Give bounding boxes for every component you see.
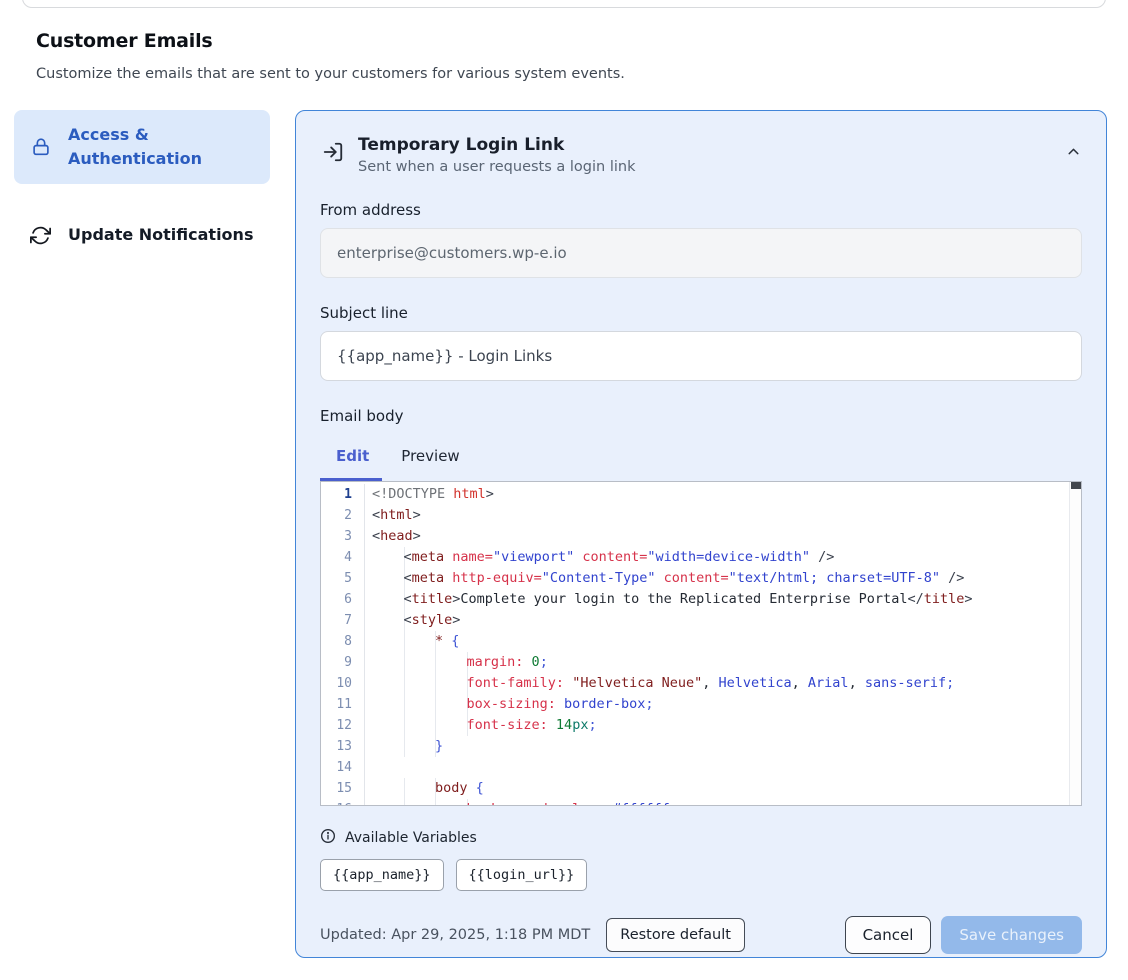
code-line[interactable]: 6<title>Complete your login to the Repli… [321, 589, 1081, 610]
variable-chip-app-name[interactable]: {{app_name}} [320, 859, 444, 891]
editor-wrap: 1<!DOCTYPE html>2<html>3<head>4<meta nam… [320, 481, 1082, 806]
code-line[interactable]: 15body { [321, 778, 1081, 799]
line-number: 14 [321, 757, 365, 778]
tab-edit[interactable]: Edit [320, 441, 385, 471]
code-line[interactable]: 13} [321, 736, 1081, 757]
email-body-label: Email body [320, 407, 1082, 425]
code-line[interactable]: 3<head> [321, 526, 1081, 547]
line-number: 2 [321, 505, 365, 526]
line-number: 1 [321, 484, 365, 505]
email-types-sidebar: Access & Authentication Update Notificat… [14, 110, 270, 260]
panel-subtitle: Sent when a user requests a login link [358, 159, 635, 175]
panel-footer: Updated: Apr 29, 2025, 1:18 PM MDT Resto… [320, 916, 1082, 954]
available-variables-header: Available Variables [320, 828, 1082, 848]
code-line[interactable]: 9margin: 0; [321, 652, 1081, 673]
subject-line-label: Subject line [320, 304, 1082, 322]
sidebar-item-access-authentication[interactable]: Access & Authentication [14, 110, 270, 184]
code-line[interactable]: 12font-size: 14px; [321, 715, 1081, 736]
code-line[interactable]: 14 [321, 757, 1081, 778]
line-number: 6 [321, 589, 365, 610]
sidebar-item-label: Access & Authentication [68, 123, 254, 171]
info-icon [320, 828, 336, 848]
subject-line-input[interactable]: {{app_name}} - Login Links [320, 331, 1082, 381]
panel-header: Temporary Login Link Sent when a user re… [320, 135, 1082, 175]
editor-scrollbar-thumb[interactable] [1071, 482, 1081, 489]
page-description: Customize the emails that are sent to yo… [36, 66, 625, 82]
variable-chip-login-url[interactable]: {{login_url}} [456, 859, 588, 891]
code-line[interactable]: 2<html> [321, 505, 1081, 526]
restore-default-button[interactable]: Restore default [606, 918, 745, 952]
refresh-icon [30, 225, 52, 246]
code-line[interactable]: 10font-family: "Helvetica Neue", Helveti… [321, 673, 1081, 694]
from-address-input[interactable]: enterprise@customers.wp-e.io [320, 228, 1082, 278]
line-number: 10 [321, 673, 365, 694]
temporary-login-link-panel: Temporary Login Link Sent when a user re… [295, 110, 1107, 958]
code-line[interactable]: 7<style> [321, 610, 1081, 631]
updated-timestamp: Updated: Apr 29, 2025, 1:18 PM MDT [320, 927, 590, 943]
lock-icon [30, 136, 52, 158]
variable-chips: {{app_name}} {{login_url}} [320, 859, 1082, 891]
customer-emails-page: Customer Emails Customize the emails tha… [0, 0, 1128, 980]
line-number: 11 [321, 694, 365, 715]
line-number: 4 [321, 547, 365, 568]
code-line[interactable]: 4<meta name="viewport" content="width=de… [321, 547, 1081, 568]
code-line[interactable]: 5<meta http-equiv="Content-Type" content… [321, 568, 1081, 589]
code-line[interactable]: 16background-color: #ffffff; [321, 799, 1081, 806]
code-line[interactable]: 1<!DOCTYPE html> [321, 484, 1081, 505]
code-line[interactable]: 8* { [321, 631, 1081, 652]
tab-preview[interactable]: Preview [385, 441, 475, 471]
available-variables-label: Available Variables [345, 830, 477, 846]
line-number: 5 [321, 568, 365, 589]
line-number: 7 [321, 610, 365, 631]
line-number: 9 [321, 652, 365, 673]
code-editor-lines: 1<!DOCTYPE html>2<html>3<head>4<meta nam… [321, 484, 1081, 806]
active-tab-underline [320, 478, 382, 481]
line-number: 15 [321, 778, 365, 799]
line-number: 12 [321, 715, 365, 736]
sidebar-item-label: Update Notifications [68, 223, 253, 247]
line-number: 13 [321, 736, 365, 757]
line-number: 16 [321, 799, 365, 806]
panel-header-text: Temporary Login Link Sent when a user re… [358, 135, 635, 175]
login-icon [322, 141, 344, 167]
cancel-button[interactable]: Cancel [845, 916, 932, 954]
editor-scrollbar[interactable] [1069, 482, 1081, 805]
chevron-up-icon[interactable] [1065, 143, 1082, 164]
line-number: 3 [321, 526, 365, 547]
panel-title: Temporary Login Link [358, 135, 635, 155]
save-changes-button[interactable]: Save changes [941, 916, 1082, 954]
code-line[interactable]: 11box-sizing: border-box; [321, 694, 1081, 715]
from-address-label: From address [320, 201, 1082, 219]
previous-card-edge [22, 0, 1106, 8]
line-number: 8 [321, 631, 365, 652]
code-editor[interactable]: 1<!DOCTYPE html>2<html>3<head>4<meta nam… [320, 481, 1082, 806]
page-title: Customer Emails [36, 30, 213, 52]
sidebar-item-update-notifications[interactable]: Update Notifications [14, 210, 270, 260]
email-body-tabs: Edit Preview [320, 441, 1082, 471]
